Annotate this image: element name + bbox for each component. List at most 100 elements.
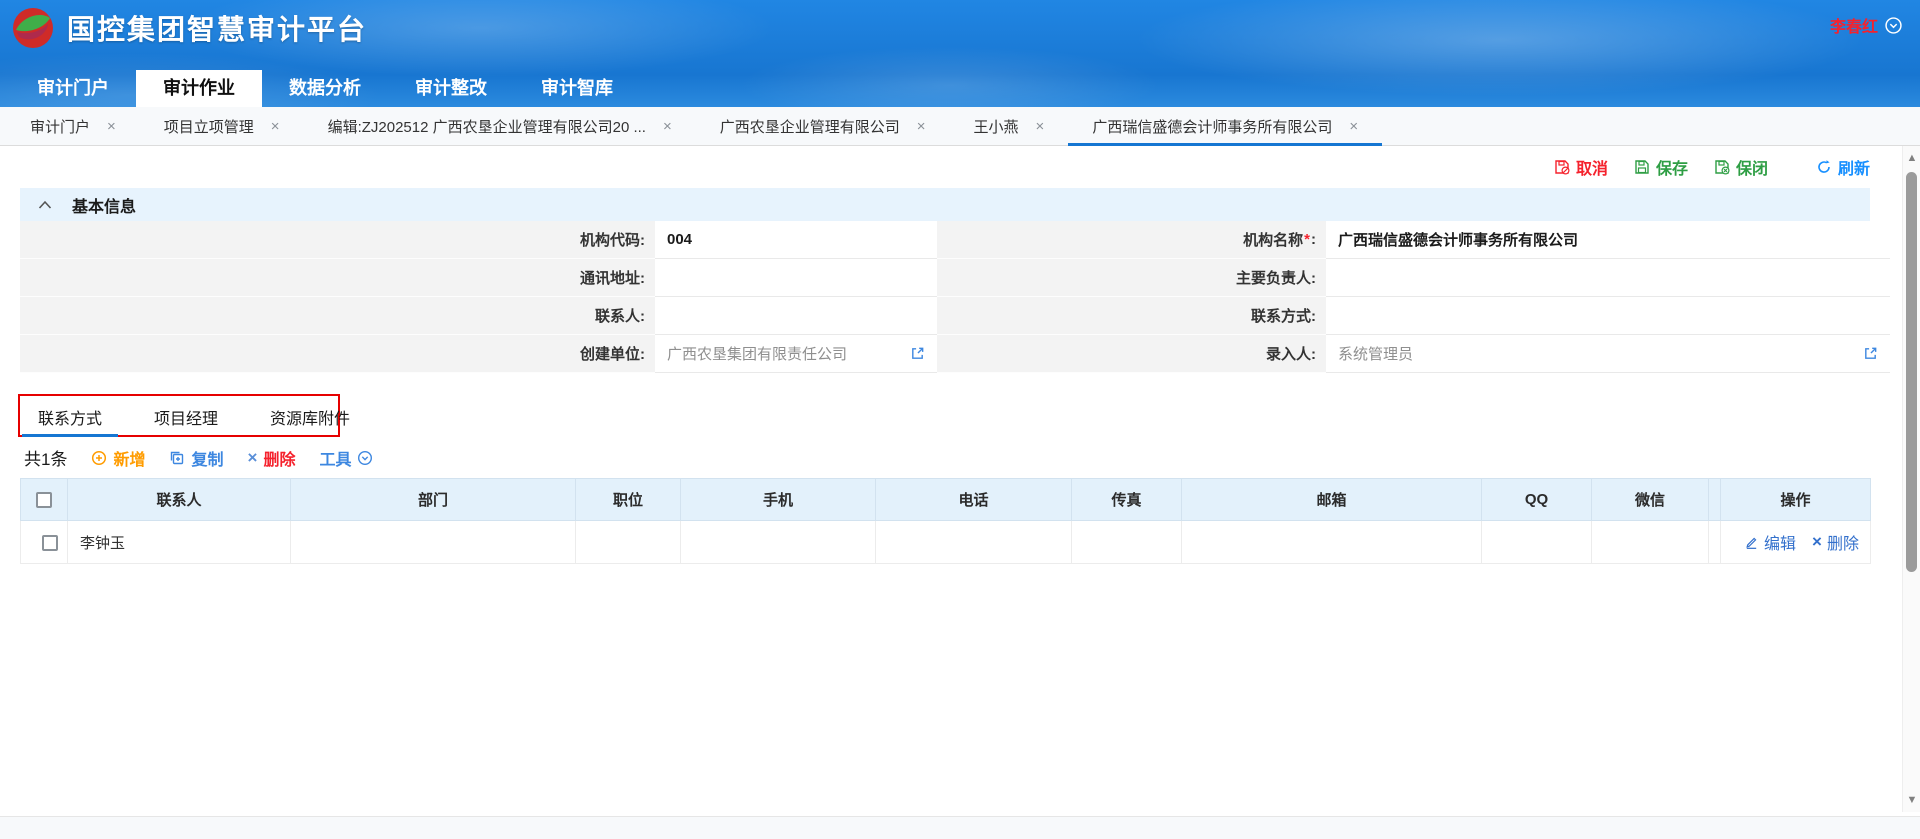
table-row[interactable]: 李钟玉 <box>21 521 1871 564</box>
cell-qq <box>1482 521 1592 564</box>
principal-label: 主要负责人: <box>937 259 1326 297</box>
col-contact: 联系人 <box>68 479 291 521</box>
collapse-chevron-icon <box>38 200 52 210</box>
row-select-cell <box>21 521 68 564</box>
row-delete-label: 删除 <box>1827 530 1859 554</box>
cell-mobile <box>681 521 876 564</box>
contact-way-field[interactable] <box>1326 297 1890 335</box>
address-label: 通讯地址: <box>20 259 655 297</box>
cancel-button[interactable]: 取消 <box>1554 155 1608 179</box>
app-window: 国控集团智慧审计平台 李春红 审计门户 审计作业 数据分析 审计整改 审计智库 … <box>0 0 1920 839</box>
basic-info-form: 机构代码: 004 机构名称*: 广西瑞信盛德会计师事务所有限公司 通讯地址: … <box>20 221 1870 373</box>
doc-tab-label: 编辑:ZJ202512 广西农垦企业管理有限公司20 ... <box>328 116 646 137</box>
save-close-label: 保闭 <box>1736 155 1768 179</box>
external-link-icon[interactable] <box>910 346 925 361</box>
copy-button[interactable]: 复制 <box>169 446 223 470</box>
cell-fax <box>1072 521 1182 564</box>
scrollbar-thumb[interactable] <box>1906 172 1917 572</box>
tools-label: 工具 <box>319 446 351 470</box>
sub-tab-project-manager[interactable]: 项目经理 <box>146 397 226 437</box>
col-mobile: 手机 <box>681 479 876 521</box>
select-all-header <box>21 479 68 521</box>
doc-tab-audit-portal[interactable]: 审计门户 × <box>6 107 140 145</box>
scroll-up-arrow[interactable]: ▲ <box>1903 150 1920 166</box>
principal-field[interactable] <box>1326 259 1890 297</box>
sub-tab-contact-methods[interactable]: 联系方式 <box>30 397 110 437</box>
close-icon[interactable]: × <box>107 118 116 135</box>
col-wechat: 微信 <box>1592 479 1709 521</box>
col-position: 职位 <box>576 479 681 521</box>
basic-info-section-header[interactable]: 基本信息 <box>20 188 1870 221</box>
save-cancel-icon <box>1554 159 1570 175</box>
table-toolbar: 共1条 新增 复制 × 删除 工具 <box>20 440 1870 475</box>
org-name-label: 机构名称*: <box>937 221 1326 259</box>
add-button[interactable]: 新增 <box>91 446 145 470</box>
close-icon[interactable]: × <box>1349 118 1358 135</box>
address-field[interactable] <box>655 259 937 297</box>
vertical-scrollbar[interactable]: ▲ ▼ <box>1902 146 1920 812</box>
org-name-value: 广西瑞信盛德会计师事务所有限公司 <box>1338 229 1578 250</box>
doc-tab-wangxiaoyan[interactable]: 王小燕 × <box>950 107 1069 145</box>
col-fax: 传真 <box>1072 479 1182 521</box>
nav-item-data-analysis[interactable]: 数据分析 <box>262 70 388 107</box>
nav-item-audit-work[interactable]: 审计作业 <box>136 70 262 107</box>
edit-pencil-icon <box>1744 535 1759 550</box>
main-content: 取消 保存 保闭 <box>0 150 1920 816</box>
cell-position <box>576 521 681 564</box>
col-operations: 操作 <box>1721 479 1871 521</box>
save-button[interactable]: 保存 <box>1634 155 1688 179</box>
user-menu[interactable]: 李春红 <box>1830 13 1902 37</box>
nav-item-audit-portal[interactable]: 审计门户 <box>10 70 136 107</box>
doc-tab-edit-zj202512[interactable]: 编辑:ZJ202512 广西农垦企业管理有限公司20 ... × <box>304 107 696 145</box>
delete-x-icon: × <box>1812 532 1822 552</box>
sub-tab-area: 联系方式 项目经理 资源库附件 <box>20 397 1870 437</box>
doc-tab-gx-nongken[interactable]: 广西农垦企业管理有限公司 × <box>696 107 950 145</box>
row-delete-button[interactable]: × 删除 <box>1812 530 1859 554</box>
chevron-down-circle-icon <box>357 450 373 466</box>
app-title: 国控集团智慧审计平台 <box>67 8 367 48</box>
org-code-field[interactable]: 004 <box>655 221 937 259</box>
nav-item-audit-knowledge[interactable]: 审计智库 <box>514 70 640 107</box>
org-code-label: 机构代码: <box>20 221 655 259</box>
contact-field[interactable] <box>655 297 937 335</box>
delete-button[interactable]: × 删除 <box>248 446 296 470</box>
delete-x-icon: × <box>248 448 258 468</box>
tools-dropdown[interactable]: 工具 <box>319 446 373 470</box>
chevron-down-circle-icon <box>1885 17 1902 34</box>
section-title: 基本信息 <box>72 193 136 217</box>
company-logo-icon <box>12 7 54 49</box>
scroll-down-arrow[interactable]: ▼ <box>1903 792 1920 808</box>
contacts-table: 联系人 部门 职位 手机 电话 传真 邮箱 QQ 微信 操作 李钟玉 <box>20 478 1871 564</box>
table-header-row: 联系人 部门 职位 手机 电话 传真 邮箱 QQ 微信 操作 <box>21 479 1871 521</box>
refresh-button[interactable]: 刷新 <box>1816 155 1870 179</box>
row-checkbox[interactable] <box>42 535 58 551</box>
close-icon[interactable]: × <box>271 118 280 135</box>
close-icon[interactable]: × <box>1036 118 1045 135</box>
doc-tab-gx-ruixin-active[interactable]: 广西瑞信盛德会计师事务所有限公司 × <box>1068 107 1382 145</box>
save-close-button[interactable]: 保闭 <box>1714 155 1768 179</box>
bottom-strip <box>0 816 1920 839</box>
brand: 国控集团智慧审计平台 <box>12 7 367 49</box>
row-edit-label: 编辑 <box>1764 530 1796 554</box>
doc-tab-label: 广西瑞信盛德会计师事务所有限公司 <box>1092 116 1332 137</box>
save-close-icon <box>1714 159 1730 175</box>
doc-tab-label: 项目立项管理 <box>164 116 254 137</box>
cell-wechat <box>1592 521 1709 564</box>
nav-item-audit-rectify[interactable]: 审计整改 <box>388 70 514 107</box>
entry-person-label: 录入人: <box>937 335 1326 373</box>
select-all-checkbox[interactable] <box>36 492 52 508</box>
doc-tab-label: 王小燕 <box>974 116 1019 137</box>
action-bar: 取消 保存 保闭 <box>20 150 1870 184</box>
create-unit-field: 广西农垦集团有限责任公司 <box>655 335 937 373</box>
doc-tab-project-approval[interactable]: 项目立项管理 × <box>140 107 304 145</box>
cell-department <box>291 521 576 564</box>
org-name-field[interactable]: 广西瑞信盛德会计师事务所有限公司 <box>1326 221 1890 259</box>
external-link-icon[interactable] <box>1863 346 1878 361</box>
sub-tab-repository-attachments[interactable]: 资源库附件 <box>262 397 358 437</box>
close-icon[interactable]: × <box>663 118 672 135</box>
add-circle-icon <box>91 450 107 466</box>
delete-label: 删除 <box>263 446 295 470</box>
close-icon[interactable]: × <box>917 118 926 135</box>
refresh-icon <box>1816 159 1832 175</box>
row-edit-button[interactable]: 编辑 <box>1744 530 1796 554</box>
